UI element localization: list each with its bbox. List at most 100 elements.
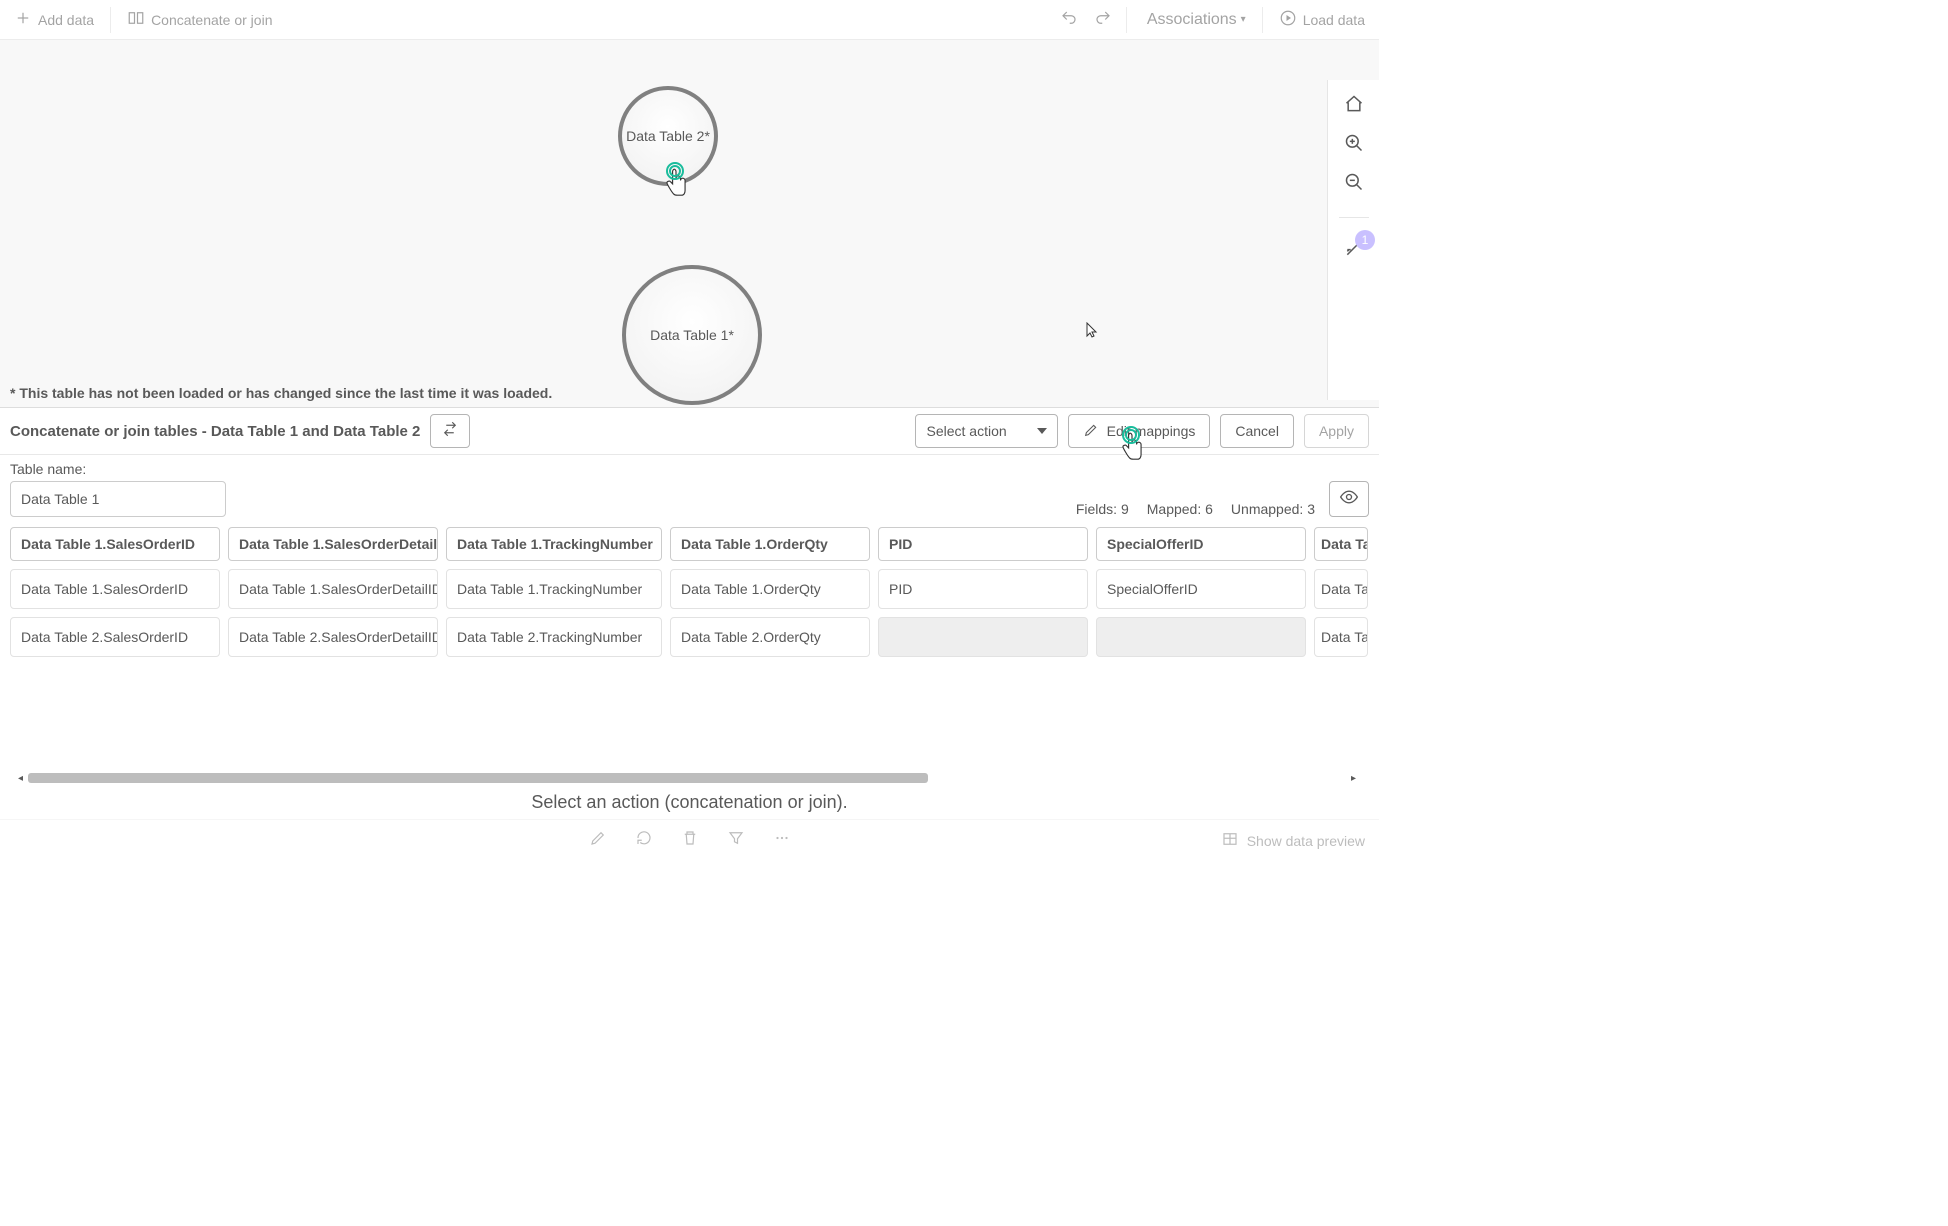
show-data-preview-toggle[interactable]: Show data preview <box>1221 830 1365 851</box>
mapping-cell[interactable]: Data Ta <box>1314 617 1368 657</box>
cancel-button[interactable]: Cancel <box>1220 414 1294 448</box>
associations-label: Associations <box>1147 11 1237 29</box>
mapping-cell[interactable]: Data Table 1.TrackingNumber <box>446 569 662 609</box>
concat-icon <box>127 9 145 30</box>
play-circle-icon <box>1279 9 1297 30</box>
more-icon <box>773 829 791 852</box>
table-name-input[interactable] <box>10 481 226 517</box>
add-data-button[interactable]: Add data <box>6 5 102 34</box>
mapping-cell[interactable]: PID <box>878 569 1088 609</box>
pencil-icon <box>1083 422 1099 441</box>
mapping-cell[interactable]: Data Ta <box>1314 569 1368 609</box>
recommendations-badge: 1 <box>1355 230 1375 250</box>
mouse-cursor <box>1086 322 1098 338</box>
mapping-cell[interactable] <box>878 617 1088 657</box>
toolbar-divider <box>1126 7 1127 33</box>
cancel-label: Cancel <box>1235 423 1279 439</box>
unmapped-label: Unmapped: <box>1231 501 1303 517</box>
refresh-icon <box>635 829 653 852</box>
zoom-out-button[interactable] <box>1344 172 1364 197</box>
concat-join-button[interactable]: Concatenate or join <box>119 5 280 34</box>
select-action-dropdown[interactable]: Select action <box>915 414 1057 448</box>
mapped-value: 6 <box>1205 501 1213 517</box>
table-name-label: Table name: <box>10 461 226 477</box>
h-scrollbar[interactable]: ◂ ▸ <box>18 773 1361 783</box>
mapping-cell[interactable]: Data Table 2.OrderQty <box>670 617 870 657</box>
undo-button[interactable] <box>1054 5 1084 34</box>
rail-divider <box>1339 217 1369 218</box>
column-header[interactable]: Data Table 1.OrderQty <box>670 527 870 561</box>
select-action-label: Select action <box>926 423 1006 439</box>
plus-icon <box>14 9 32 30</box>
eye-icon <box>1339 487 1359 512</box>
home-icon <box>1344 101 1364 118</box>
mapping-cell[interactable]: Data Table 1.OrderQty <box>670 569 870 609</box>
zoom-in-icon <box>1344 140 1364 157</box>
zoom-out-icon <box>1344 179 1364 196</box>
table-bubble-data-table-2[interactable]: Data Table 2* <box>618 86 718 186</box>
action-prompt: Select an action (concatenation or join)… <box>0 785 1379 819</box>
field-stats: Fields: 9 Mapped: 6 Unmapped: 3 <box>1076 501 1315 517</box>
mapping-column: Data Table 1.OrderQty Data Table 1.OrderQ… <box>670 527 870 657</box>
data-model-canvas[interactable]: Data Table 2* Data Table 1* * This table… <box>0 40 1379 407</box>
columns-row: Data Table 1.SalesOrderIDData Table 1.Sa… <box>10 527 1369 657</box>
mapping-column: Data Table 1.TrackingNumber Data Table 1.… <box>446 527 662 657</box>
mapping-cell[interactable]: Data Table 2.TrackingNumber <box>446 617 662 657</box>
right-rail: 1 <box>1327 80 1379 400</box>
load-data-label: Load data <box>1303 12 1365 28</box>
apply-label: Apply <box>1319 423 1354 439</box>
apply-button[interactable]: Apply <box>1304 414 1369 448</box>
chevron-down-icon <box>1037 428 1047 434</box>
table-icon <box>1221 830 1239 851</box>
home-button[interactable] <box>1344 94 1364 119</box>
unmapped-value: 3 <box>1307 501 1315 517</box>
zoom-in-button[interactable] <box>1344 133 1364 158</box>
trash-icon <box>681 829 699 852</box>
toolbar-divider <box>110 7 111 33</box>
columns-viewport: Data Table 1.SalesOrderIDData Table 1.Sa… <box>0 521 1379 819</box>
scroll-thumb[interactable] <box>28 773 928 783</box>
column-header[interactable]: Data Ta <box>1314 527 1368 561</box>
mapping-cell[interactable]: Data Table 1.SalesOrderDetailID <box>228 569 438 609</box>
toggle-preview-button[interactable] <box>1329 481 1369 517</box>
swap-button[interactable] <box>430 414 470 448</box>
mapping-column: Data Ta Data Ta Data Ta <box>1314 527 1368 657</box>
add-data-label: Add data <box>38 12 94 28</box>
mapping-column: SpecialOfferID SpecialOfferID <box>1096 527 1306 657</box>
mapping-column: Data Table 1.SalesOrderID Data Table 1.Sa… <box>10 527 220 657</box>
meta-row: Table name: Fields: 9 Mapped: 6 Unmapped… <box>0 455 1379 521</box>
canvas-note: * This table has not been loaded or has … <box>10 379 1369 407</box>
scroll-right-icon[interactable]: ▸ <box>1351 773 1361 784</box>
edit-mappings-button[interactable]: Edit mappings <box>1068 414 1211 448</box>
toolbar-divider <box>1262 7 1263 33</box>
edit-mappings-label: Edit mappings <box>1107 423 1196 439</box>
mapping-column: PID PID <box>878 527 1088 657</box>
column-header[interactable]: Data Table 1.SalesOrderDetailID <box>228 527 438 561</box>
associations-dropdown[interactable]: Associations ▾ <box>1135 7 1254 33</box>
chevron-down-icon: ▾ <box>1241 14 1246 25</box>
app-root: Add data Concatenate or join Association… <box>0 0 1379 861</box>
scroll-left-icon[interactable]: ◂ <box>18 773 28 784</box>
mapped-label: Mapped: <box>1147 501 1201 517</box>
mapping-cell[interactable] <box>1096 617 1306 657</box>
concat-join-label: Concatenate or join <box>151 12 272 28</box>
mapping-cell[interactable]: Data Table 1.SalesOrderID <box>10 569 220 609</box>
fields-label: Fields: <box>1076 501 1117 517</box>
action-bar: Concatenate or join tables - Data Table … <box>0 407 1379 455</box>
swap-icon <box>441 420 459 443</box>
mapping-cell[interactable]: Data Table 2.SalesOrderDetailID <box>228 617 438 657</box>
mapping-column: Data Table 1.SalesOrderDetailID Data Tabl… <box>228 527 438 657</box>
fields-value: 9 <box>1121 501 1129 517</box>
load-data-button[interactable]: Load data <box>1271 5 1373 34</box>
column-header[interactable]: Data Table 1.TrackingNumber <box>446 527 662 561</box>
pencil-icon <box>589 829 607 852</box>
column-header[interactable]: Data Table 1.SalesOrderID <box>10 527 220 561</box>
bubble-label: Data Table 2* <box>626 128 710 144</box>
redo-button[interactable] <box>1088 5 1118 34</box>
show-preview-label: Show data preview <box>1247 833 1365 849</box>
filter-icon <box>727 829 745 852</box>
mapping-cell[interactable]: SpecialOfferID <box>1096 569 1306 609</box>
column-header[interactable]: PID <box>878 527 1088 561</box>
mapping-cell[interactable]: Data Table 2.SalesOrderID <box>10 617 220 657</box>
column-header[interactable]: SpecialOfferID <box>1096 527 1306 561</box>
